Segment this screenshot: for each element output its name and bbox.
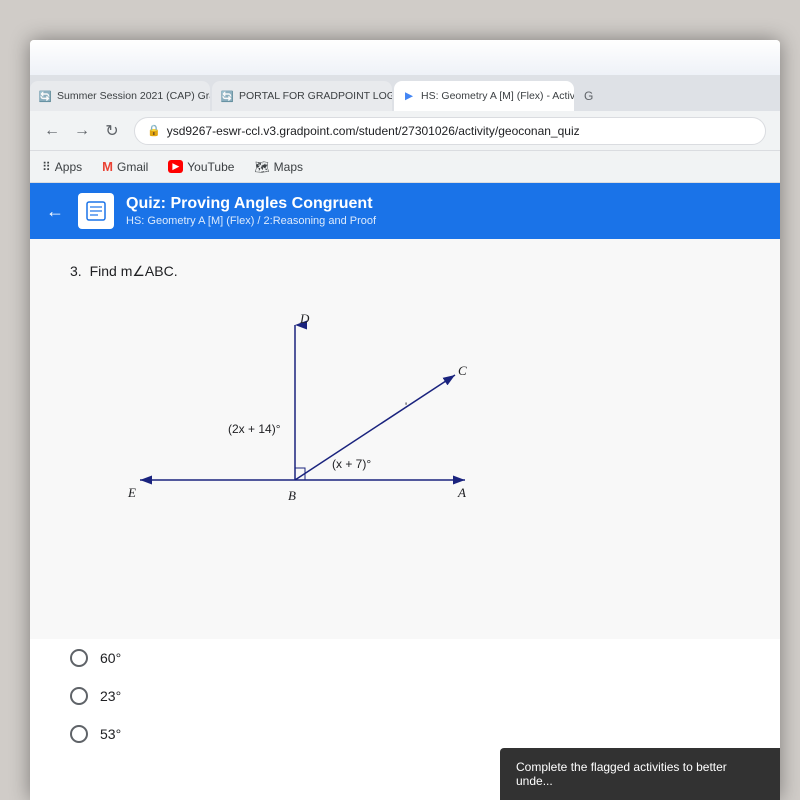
toast-notification: Complete the flagged activities to bette… xyxy=(500,748,780,800)
address-bar-row: ← → ↻ 🔒 ysd9267-eswr-ccl.v3.gradpoint.co… xyxy=(30,111,780,151)
maps-label: Maps xyxy=(274,160,303,174)
quiz-title: Quiz: Proving Angles Congruent xyxy=(126,195,376,213)
apps-icon: ⠿ xyxy=(42,160,51,174)
svg-text:(x + 7)°: (x + 7)° xyxy=(332,457,371,471)
tab-1-label: Summer Session 2021 (CAP) Gra... xyxy=(57,90,210,102)
tab-2-label: PORTAL FOR GRADPOINT LOGIN xyxy=(239,90,392,102)
quiz-subtitle: HS: Geometry A [M] (Flex) / 2:Reasoning … xyxy=(126,215,376,227)
option-2-label: 23° xyxy=(100,688,121,704)
gmail-icon: M xyxy=(102,159,113,174)
lock-icon: 🔒 xyxy=(147,124,161,137)
quiz-back-button[interactable]: ← xyxy=(46,201,64,222)
address-text: ysd9267-eswr-ccl.v3.gradpoint.com/studen… xyxy=(167,124,580,138)
svg-text:E: E xyxy=(127,485,136,500)
question-number: 3. xyxy=(70,263,82,279)
back-button[interactable]: ← xyxy=(38,117,66,145)
tab-3[interactable]: ▶ HS: Geometry A [M] (Flex) - Activ... ✕ xyxy=(394,81,574,111)
tab-4-label: G xyxy=(584,89,593,103)
question-body: Find m∠ABC. xyxy=(90,263,178,279)
tab-3-icon: ▶ xyxy=(402,89,416,103)
quiz-header: ← Quiz: Proving Angles Congruent HS: Geo… xyxy=(30,183,780,239)
maps-icon: 🗺 xyxy=(254,160,269,174)
tab-2-icon: 🔄 xyxy=(220,89,234,103)
youtube-label: YouTube xyxy=(187,160,234,174)
toast-text: Complete the flagged activities to bette… xyxy=(516,760,727,788)
svg-text:A: A xyxy=(457,485,466,500)
radio-2[interactable] xyxy=(70,687,88,705)
bookmark-gmail[interactable]: M Gmail xyxy=(98,157,152,176)
option-1-label: 60° xyxy=(100,650,121,666)
tab-1[interactable]: 🔄 Summer Session 2021 (CAP) Gra... ✕ xyxy=(30,81,210,111)
refresh-button[interactable]: ↻ xyxy=(98,117,126,145)
address-input[interactable]: 🔒 ysd9267-eswr-ccl.v3.gradpoint.com/stud… xyxy=(134,117,766,145)
forward-button[interactable]: → xyxy=(68,117,96,145)
radio-1[interactable] xyxy=(70,649,88,667)
question-text: 3. Find m∠ABC. xyxy=(70,263,740,280)
tab-3-label: HS: Geometry A [M] (Flex) - Activ... xyxy=(421,90,574,102)
svg-text:': ' xyxy=(405,401,407,413)
option-3-label: 53° xyxy=(100,726,121,742)
bookmarks-bar: ⠿ Apps M Gmail ▶ YouTube 🗺 Maps xyxy=(30,151,780,183)
screen-glare xyxy=(30,40,780,75)
apps-label: Apps xyxy=(55,160,82,174)
svg-text:(2x + 14)°: (2x + 14)° xyxy=(228,422,281,436)
tab-2[interactable]: 🔄 PORTAL FOR GRADPOINT LOGIN ✕ xyxy=(212,81,392,111)
screen: 🔄 Summer Session 2021 (CAP) Gra... ✕ 🔄 P… xyxy=(30,40,780,800)
option-3[interactable]: 53° xyxy=(70,725,740,743)
page-content: ← Quiz: Proving Angles Congruent HS: Geo… xyxy=(30,183,780,800)
tab-bar: 🔄 Summer Session 2021 (CAP) Gra... ✕ 🔄 P… xyxy=(30,75,780,111)
svg-text:B: B xyxy=(288,488,296,503)
tab-1-icon: 🔄 xyxy=(38,89,52,103)
radio-3[interactable] xyxy=(70,725,88,743)
geometry-diagram: A --> D (upward) --> C (upper right diag… xyxy=(110,300,490,520)
youtube-icon: ▶ xyxy=(168,160,183,173)
quiz-icon xyxy=(78,193,114,229)
svg-text:C: C xyxy=(458,363,467,378)
gmail-label: Gmail xyxy=(117,160,148,174)
bookmark-apps[interactable]: ⠿ Apps xyxy=(38,158,86,176)
browser-window: 🔄 Summer Session 2021 (CAP) Gra... ✕ 🔄 P… xyxy=(30,75,780,800)
svg-text:D: D xyxy=(299,311,310,326)
bookmark-youtube[interactable]: ▶ YouTube xyxy=(164,158,238,176)
option-2[interactable]: 23° xyxy=(70,687,740,705)
tab-4[interactable]: G xyxy=(576,81,601,111)
bookmark-maps[interactable]: 🗺 Maps xyxy=(250,158,307,176)
option-1[interactable]: 60° xyxy=(70,649,740,667)
question-area: 3. Find m∠ABC. xyxy=(30,239,780,639)
quiz-title-block: Quiz: Proving Angles Congruent HS: Geome… xyxy=(126,195,376,227)
